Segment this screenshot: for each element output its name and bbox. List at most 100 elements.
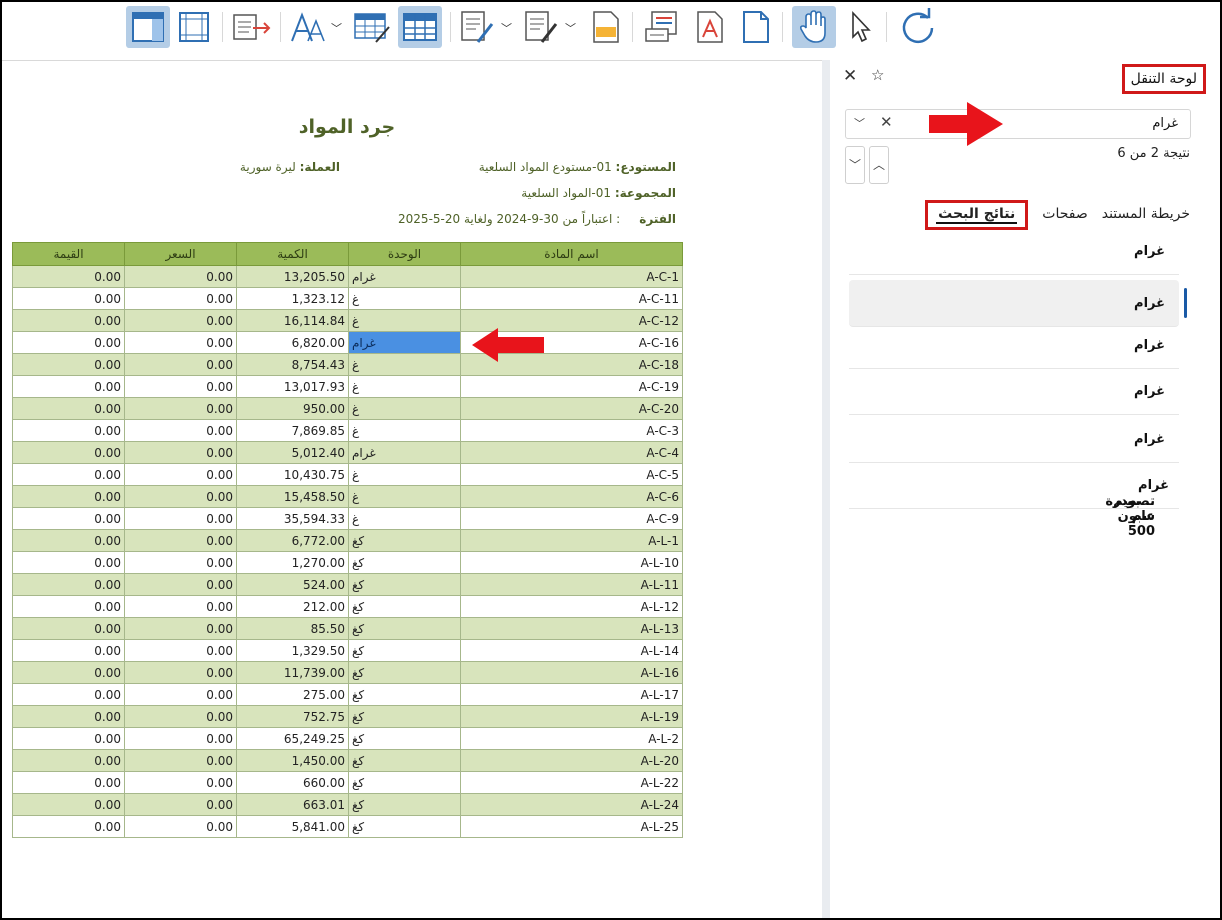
cell-quantity[interactable]: 275.00 [236,683,349,706]
table-row[interactable]: 0.00 0.00 16,114.84 غ A-C-12 [12,309,683,332]
table-row[interactable]: 0.00 0.00 6,772.00 كغ A-L-1 [12,529,683,552]
cell-price[interactable]: 0.00 [124,375,237,398]
table-row[interactable]: 0.00 0.00 524.00 كغ A-L-11 [12,573,683,596]
cell-value[interactable]: 0.00 [12,793,125,816]
search-result-item[interactable]: غرام [849,228,1179,275]
cell-value[interactable]: 0.00 [12,397,125,420]
table-row[interactable]: 0.00 0.00 1,323.12 غ A-C-11 [12,287,683,310]
cell-value[interactable]: 0.00 [12,265,125,288]
col-header-unit[interactable]: الوحدة [348,242,461,266]
cell-quantity[interactable]: 6,772.00 [236,529,349,552]
table-row[interactable]: 0.00 0.00 5,012.40 غرام A-C-4 [12,441,683,464]
search-result-item-selected[interactable]: غرام [849,280,1187,327]
cell-quantity[interactable]: 950.00 [236,397,349,420]
pin-icon[interactable]: ☆ [871,66,884,84]
cell-price[interactable]: 0.00 [124,595,237,618]
cell-price[interactable]: 0.00 [124,463,237,486]
cell-price[interactable]: 0.00 [124,441,237,464]
search-result-item[interactable]: غرام [849,416,1179,463]
cell-unit[interactable]: غ [348,463,461,486]
table-row[interactable]: 0.00 0.00 15,458.50 غ A-C-6 [12,485,683,508]
cell-unit[interactable]: غ [348,309,461,332]
cell-item-name[interactable]: A-L-12 [460,595,683,618]
clear-icon[interactable]: ✕ [880,113,893,131]
cell-quantity[interactable]: 1,323.12 [236,287,349,310]
cell-price[interactable]: 0.00 [124,683,237,706]
table-row[interactable]: 0.00 0.00 85.50 كغ A-L-13 [12,617,683,640]
cell-value[interactable]: 0.00 [12,595,125,618]
cell-value[interactable]: 0.00 [12,727,125,750]
pdf-icon[interactable] [690,6,730,48]
table-row[interactable]: 0.00 0.00 13,017.93 غ A-C-19 [12,375,683,398]
cell-quantity[interactable]: 1,329.50 [236,639,349,662]
cell-price[interactable]: 0.00 [124,793,237,816]
cell-value[interactable]: 0.00 [12,287,125,310]
table-row[interactable]: 0.00 0.00 6,820.00 غرام A-C-16 [12,331,683,354]
cell-price[interactable]: 0.00 [124,529,237,552]
search-result-item[interactable]: ...بودرة سبون 500 غرام تصميم عام [849,462,1179,539]
cell-price[interactable]: 0.00 [124,727,237,750]
cell-value[interactable]: 0.00 [12,353,125,376]
cell-quantity[interactable]: 524.00 [236,573,349,596]
cell-quantity[interactable]: 15,458.50 [236,485,349,508]
cell-item-name[interactable]: A-L-20 [460,749,683,772]
cell-item-name[interactable]: A-C-9 [460,507,683,530]
cell-item-name[interactable]: A-C-11 [460,287,683,310]
cell-quantity[interactable]: 5,841.00 [236,815,349,838]
cell-item-name[interactable]: A-L-11 [460,573,683,596]
cell-value[interactable]: 0.00 [12,749,125,772]
tab-search-results[interactable]: نتائج البحث [925,200,1029,230]
table-row[interactable]: 0.00 0.00 65,249.25 كغ A-L-2 [12,727,683,750]
cell-price[interactable]: 0.00 [124,265,237,288]
cell-item-name[interactable]: A-L-19 [460,705,683,728]
cell-quantity[interactable]: 65,249.25 [236,727,349,750]
table-row[interactable]: 0.00 0.00 1,450.00 كغ A-L-20 [12,749,683,772]
cell-unit[interactable]: غ [348,507,461,530]
cell-unit[interactable]: غ [348,397,461,420]
cell-value[interactable]: 0.00 [12,309,125,332]
cell-item-name[interactable]: A-C-4 [460,441,683,464]
col-header-item-name[interactable]: اسم المادة [460,242,683,266]
cell-item-name[interactable]: A-C-20 [460,397,683,420]
cell-value[interactable]: 0.00 [12,573,125,596]
cell-value[interactable]: 0.00 [12,485,125,508]
cell-price[interactable]: 0.00 [124,705,237,728]
cell-value[interactable]: 0.00 [12,375,125,398]
cell-unit[interactable]: غ [348,287,461,310]
cell-price[interactable]: 0.00 [124,419,237,442]
cell-unit[interactable]: غ [348,375,461,398]
cell-unit[interactable]: كغ [348,573,461,596]
cell-item-name[interactable]: A-L-17 [460,683,683,706]
col-header-price[interactable]: السعر [124,242,237,266]
page-icon[interactable] [736,6,776,48]
cell-quantity[interactable]: 10,430.75 [236,463,349,486]
cell-item-name[interactable]: A-C-1 [460,265,683,288]
search-result-item[interactable]: غرام [849,322,1179,369]
cell-price[interactable]: 0.00 [124,573,237,596]
next-result-button[interactable]: ﹀ [845,146,865,184]
cell-value[interactable]: 0.00 [12,617,125,640]
cell-price[interactable]: 0.00 [124,507,237,530]
col-header-quantity[interactable]: الكمية [236,242,349,266]
tab-pages[interactable]: صفحات [1042,200,1087,230]
table-row[interactable]: 0.00 0.00 950.00 غ A-C-20 [12,397,683,420]
cell-price[interactable]: 0.00 [124,287,237,310]
table-row[interactable]: 0.00 0.00 752.75 كغ A-L-19 [12,705,683,728]
cell-unit[interactable]: غرام [348,441,461,464]
cell-price[interactable]: 0.00 [124,771,237,794]
cell-unit[interactable]: كغ [348,661,461,684]
cell-price[interactable]: 0.00 [124,639,237,662]
cell-value[interactable]: 0.00 [12,683,125,706]
cell-item-name[interactable]: A-L-2 [460,727,683,750]
cell-quantity[interactable]: 85.50 [236,617,349,640]
col-header-value[interactable]: القيمة [12,242,125,266]
note-icon[interactable] [586,6,626,48]
table-row[interactable]: 0.00 0.00 5,841.00 كغ A-L-25 [12,815,683,838]
cell-unit[interactable]: كغ [348,639,461,662]
cell-quantity[interactable]: 1,270.00 [236,551,349,574]
font-icon[interactable]: ﹀ [286,6,342,48]
cell-value[interactable]: 0.00 [12,463,125,486]
cell-item-name[interactable]: A-L-1 [460,529,683,552]
search-result-item[interactable]: غرام [849,368,1179,415]
cell-unit[interactable]: كغ [348,683,461,706]
